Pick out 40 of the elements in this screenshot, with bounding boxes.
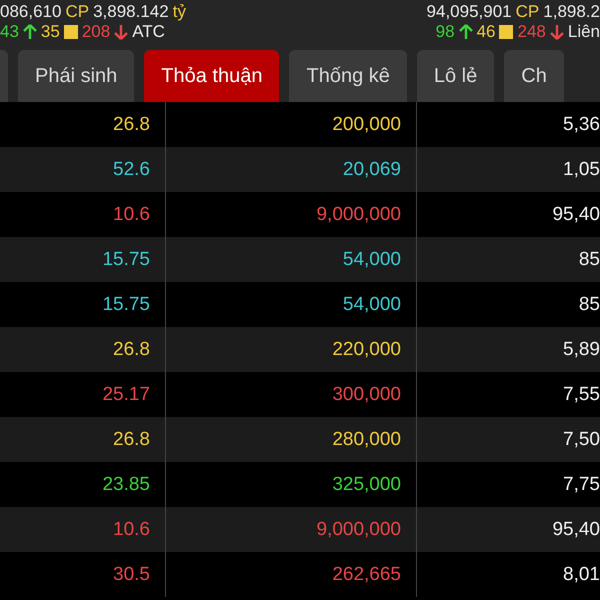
total-value: 1,898.2 [543,2,600,22]
up-arrow-icon [22,24,37,40]
up-arrow-icon [458,24,473,40]
volume-unit: CP [516,2,540,22]
value-cell-text: 8,01 [562,562,600,586]
value-cell-text: 1,05 [562,158,600,182]
value-cell-text: 5,36 [562,112,600,136]
volume-cell: 262,665 [166,552,417,597]
value-cell-text: 7,75 [562,472,600,496]
down-arrow-icon [550,24,564,40]
advancing-count: 43 [0,22,19,42]
volume-unit: CP [65,2,90,22]
advancing-count: 98 [436,22,455,42]
value-cell-text: 95,40 [551,202,600,226]
total-volume: 086,610 [0,2,62,22]
value-cell-text: 7,50 [562,428,600,452]
total-value: 3,898.142 [93,2,169,22]
tab[interactable]: Phái sinh [18,50,134,102]
square-icon [64,25,78,39]
value-unit: tỷ [172,2,186,22]
session-label: ATC [132,22,165,42]
tab-edge [0,50,8,102]
tab[interactable]: Ch [504,50,564,102]
value-cell-text: 5,89 [562,338,600,362]
square-icon [499,25,514,39]
declining-count: 248 [517,22,546,42]
declining-count: 208 [82,22,110,42]
down-arrow-icon [114,24,128,40]
unchanged-count: 35 [40,22,60,42]
tab[interactable]: Lô lẻ [416,50,494,102]
value-cell-text: 7,55 [562,382,600,406]
session-label: Liên [568,22,600,42]
tab[interactable]: Thống kê [289,50,407,102]
total-volume: 94,095,901 [426,2,512,22]
value-cell-text: 95,40 [551,518,600,542]
tab[interactable]: Thỏa thuận [144,50,280,102]
value-cell-text: 85 [578,248,600,272]
value-cell-text: 85 [578,292,600,316]
unchanged-count: 46 [476,22,496,42]
price-cell: 30.5 [0,552,166,597]
